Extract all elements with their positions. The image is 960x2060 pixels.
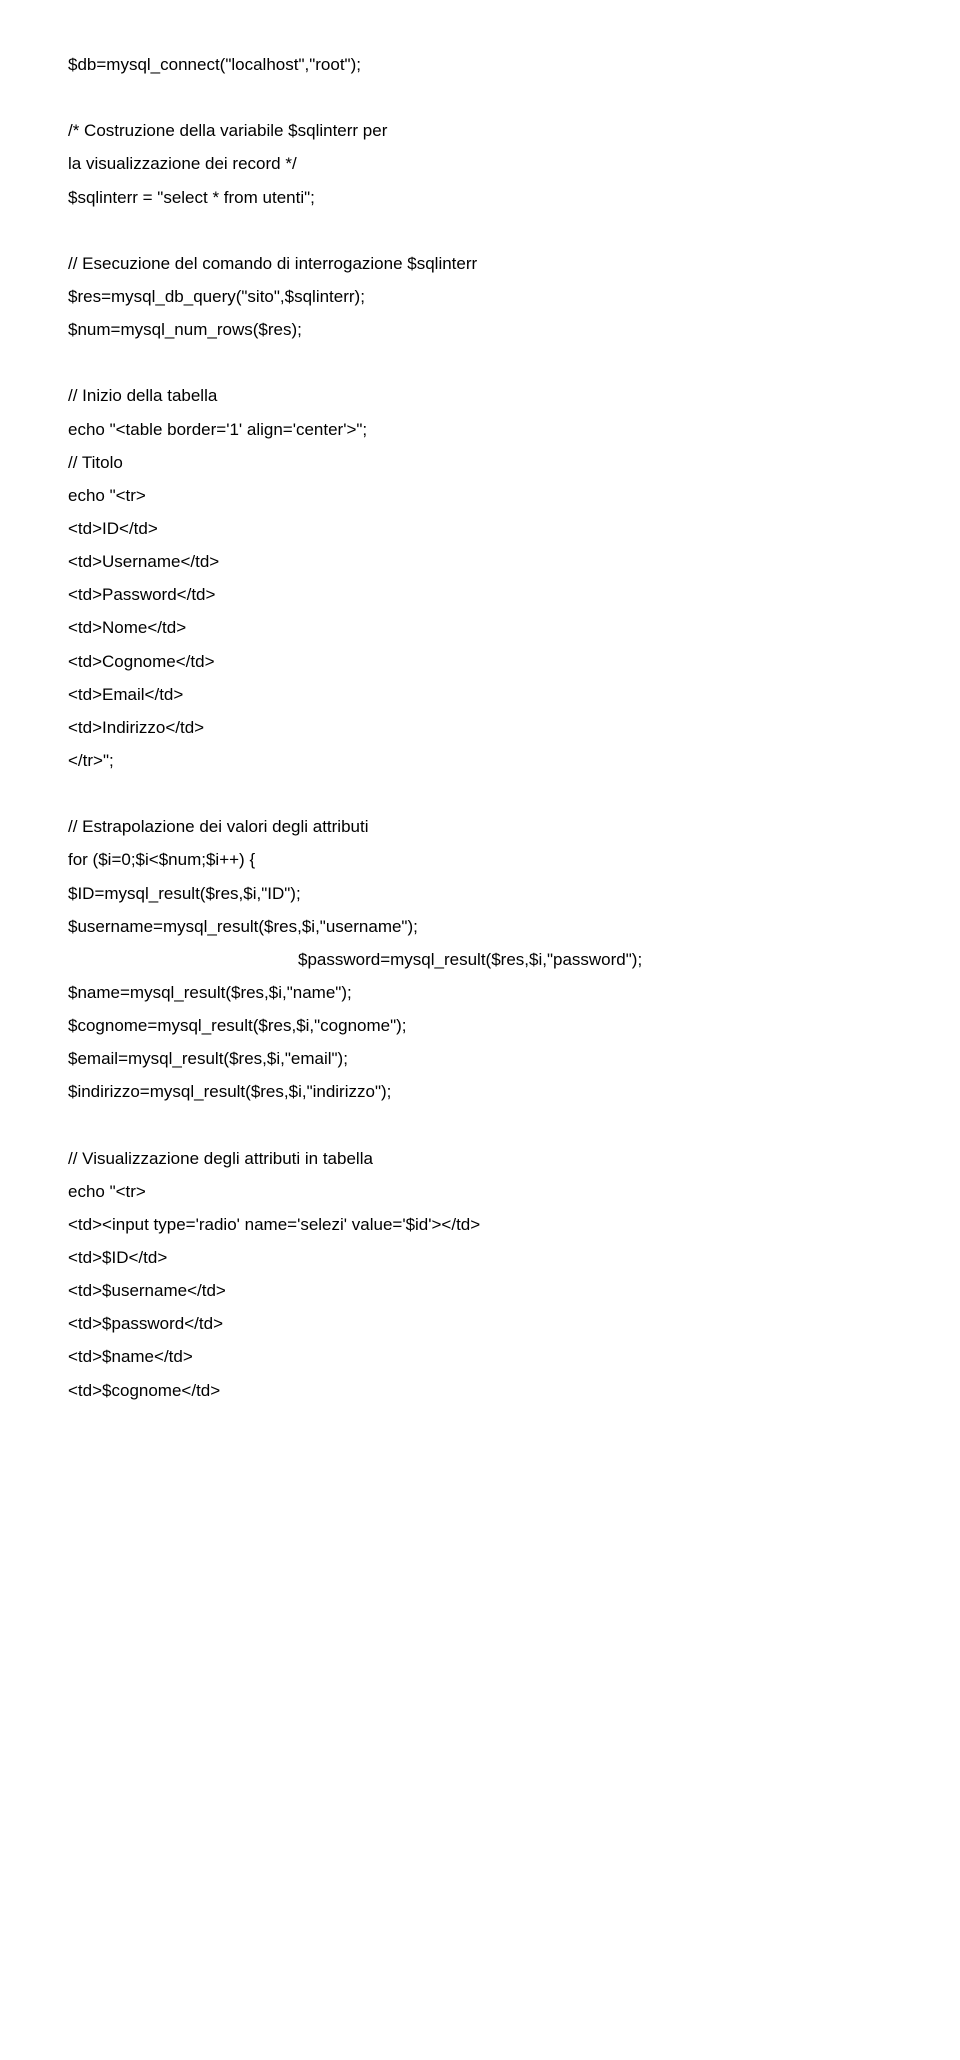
code-line: $indirizzo=mysql_result($res,$i,"indiriz… (68, 1075, 892, 1108)
code-line (68, 346, 892, 379)
code-line: <td>ID</td> (68, 512, 892, 545)
code-line: /* Costruzione della variabile $sqlinter… (68, 114, 892, 147)
code-line: <td>$cognome</td> (68, 1374, 892, 1407)
code-line: // Esecuzione del comando di interrogazi… (68, 247, 892, 280)
code-line: <td>Nome</td> (68, 611, 892, 644)
code-line: // Inizio della tabella (68, 379, 892, 412)
code-line: <td>Indirizzo</td> (68, 711, 892, 744)
code-line: <td>$password</td> (68, 1307, 892, 1340)
code-line: $num=mysql_num_rows($res); (68, 313, 892, 346)
code-line: $email=mysql_result($res,$i,"email"); (68, 1042, 892, 1075)
document-page: $db=mysql_connect("localhost","root"); /*… (0, 0, 960, 2060)
code-line (68, 777, 892, 810)
code-line: la visualizzazione dei record */ (68, 147, 892, 180)
code-line: for ($i=0;$i<$num;$i++) { (68, 843, 892, 876)
code-line: <td><input type='radio' name='selezi' va… (68, 1208, 892, 1241)
code-line: $name=mysql_result($res,$i,"name"); (68, 976, 892, 1009)
code-line: </tr>"; (68, 744, 892, 777)
code-line: $db=mysql_connect("localhost","root"); (68, 48, 892, 81)
code-line: $password=mysql_result($res,$i,"password… (68, 943, 892, 976)
code-line: $res=mysql_db_query("sito",$sqlinterr); (68, 280, 892, 313)
code-line: // Visualizzazione degli attributi in ta… (68, 1142, 892, 1175)
code-line: echo "<tr> (68, 479, 892, 512)
code-line: <td>Password</td> (68, 578, 892, 611)
code-line (68, 1109, 892, 1142)
code-line: <td>Email</td> (68, 678, 892, 711)
code-line: <td>$ID</td> (68, 1241, 892, 1274)
code-line: <td>$name</td> (68, 1340, 892, 1373)
code-line: echo "<table border='1' align='center'>"… (68, 413, 892, 446)
code-line: $cognome=mysql_result($res,$i,"cognome")… (68, 1009, 892, 1042)
code-line: <td>Username</td> (68, 545, 892, 578)
code-line: <td>$username</td> (68, 1274, 892, 1307)
code-line (68, 81, 892, 114)
code-line: // Titolo (68, 446, 892, 479)
code-line (68, 214, 892, 247)
code-line: <td>Cognome</td> (68, 645, 892, 678)
code-line: // Estrapolazione dei valori degli attri… (68, 810, 892, 843)
code-line: $ID=mysql_result($res,$i,"ID"); (68, 877, 892, 910)
code-line: $sqlinterr = "select * from utenti"; (68, 181, 892, 214)
code-line: $username=mysql_result($res,$i,"username… (68, 910, 892, 943)
code-line: echo "<tr> (68, 1175, 892, 1208)
